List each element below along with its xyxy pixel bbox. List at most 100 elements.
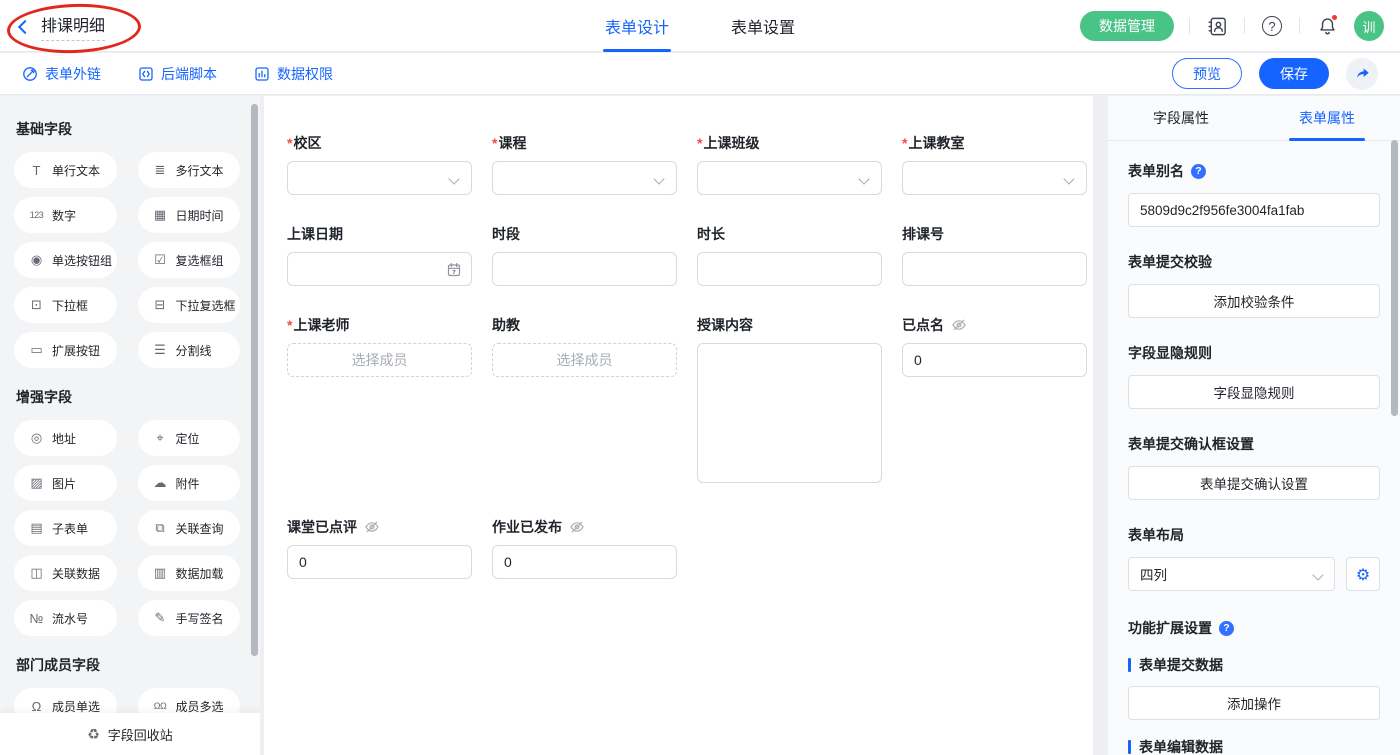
sidebar-item-multi-line-text[interactable]: ≣ 多行文本: [138, 152, 241, 188]
course-select[interactable]: [492, 161, 677, 195]
help-icon[interactable]: ?: [1191, 164, 1206, 179]
field-course-content[interactable]: 授课内容: [697, 315, 882, 486]
chevron-down-icon: [1063, 173, 1074, 184]
assistant-member-picker[interactable]: 选择成员: [492, 343, 677, 377]
homework-published-input[interactable]: [492, 545, 677, 579]
top-bar: 排课明细 表单设计 表单设置 数据管理 ?: [0, 0, 1400, 52]
class-date-input[interactable]: [287, 252, 472, 286]
sidebar-item-location[interactable]: ⌖ 定位: [138, 420, 241, 456]
class-reviewed-input[interactable]: [287, 545, 472, 579]
chevron-down-icon: [653, 173, 664, 184]
checkbox-group-icon: ☑: [153, 252, 168, 268]
roll-called-input[interactable]: [902, 343, 1087, 377]
extend-button-icon: ▭: [29, 342, 44, 358]
sidebar-item-number[interactable]: 123 数字: [14, 197, 117, 233]
submit-check-label: 表单提交校验: [1128, 252, 1380, 272]
sidebar-item-attachment[interactable]: ☁ 附件: [138, 465, 241, 501]
field-library-sidebar: 基础字段 T 单行文本 ≣ 多行文本 123 数字 ▦ 日期时间 ◉ 单选按钮组…: [0, 96, 260, 755]
class-select[interactable]: [697, 161, 882, 195]
sidebar-scrollbar[interactable]: [251, 104, 258, 656]
schedule-no-input[interactable]: [902, 252, 1087, 286]
field-duration[interactable]: 时长: [697, 224, 882, 286]
sidebar-item-datetime[interactable]: ▦ 日期时间: [138, 197, 241, 233]
field-class[interactable]: *上课班级: [697, 133, 882, 195]
field-schedule-no[interactable]: 排课号: [902, 224, 1087, 286]
field-course[interactable]: *课程: [492, 133, 677, 195]
sidebar-item-linked-query[interactable]: ⧉ 关联查询: [138, 510, 241, 546]
tab-form-properties[interactable]: 表单属性: [1254, 96, 1400, 140]
chevron-down-icon: [1312, 569, 1323, 580]
visibility-rules-button[interactable]: 字段显隐规则: [1128, 375, 1380, 409]
field-campus[interactable]: *校区: [287, 133, 472, 195]
campus-select[interactable]: [287, 161, 472, 195]
form-layout-label: 表单布局: [1128, 525, 1380, 545]
help-icon[interactable]: ?: [1219, 621, 1234, 636]
teacher-member-picker[interactable]: 选择成员: [287, 343, 472, 377]
save-button[interactable]: 保存: [1259, 58, 1329, 89]
layout-settings-button[interactable]: ⚙: [1346, 557, 1380, 591]
sidebar-item-data-load[interactable]: ▥ 数据加载: [138, 555, 241, 591]
field-time-slot[interactable]: 时段: [492, 224, 677, 286]
field-class-reviewed[interactable]: 课堂已点评: [287, 517, 472, 579]
linked-query-icon: ⧉: [153, 520, 168, 536]
sidebar-item-radio-group[interactable]: ◉ 单选按钮组: [14, 242, 117, 278]
preview-button[interactable]: 预览: [1172, 58, 1242, 89]
classroom-select[interactable]: [902, 161, 1087, 195]
tab-form-design[interactable]: 表单设计: [605, 0, 669, 52]
duration-input[interactable]: [697, 252, 882, 286]
section-title-basic-fields: 基础字段: [16, 119, 240, 139]
field-roll-called[interactable]: 已点名: [902, 315, 1087, 377]
calendar-icon: [446, 261, 462, 278]
course-content-textarea[interactable]: [697, 343, 882, 483]
notification-bell-icon[interactable]: [1315, 14, 1339, 38]
edit-data-label: 表单编辑数据: [1128, 737, 1380, 755]
sidebar-item-linked-data[interactable]: ◫ 关联数据: [14, 555, 117, 591]
image-icon: ▨: [29, 475, 44, 491]
sidebar-item-signature[interactable]: ✎ 手写签名: [138, 600, 241, 636]
required-mark: *: [287, 317, 292, 333]
field-assistant[interactable]: 助教 选择成员: [492, 315, 677, 377]
data-manage-button[interactable]: 数据管理: [1080, 11, 1174, 41]
sidebar-item-subform[interactable]: ▤ 子表单: [14, 510, 117, 546]
extension-settings-label: 功能扩展设置: [1128, 618, 1212, 638]
number-icon: 123: [29, 210, 44, 220]
avatar[interactable]: 训: [1354, 11, 1384, 41]
field-homework-published[interactable]: 作业已发布: [492, 517, 677, 579]
backend-script-link[interactable]: 后端脚本: [138, 64, 217, 84]
address-book-icon[interactable]: [1205, 14, 1229, 38]
add-check-condition-button[interactable]: 添加校验条件: [1128, 284, 1380, 318]
share-button[interactable]: [1346, 58, 1378, 90]
field-teacher[interactable]: *上课老师 选择成员: [287, 315, 472, 377]
sidebar-item-address[interactable]: ◎ 地址: [14, 420, 117, 456]
sidebar-item-image[interactable]: ▨ 图片: [14, 465, 117, 501]
time-slot-input[interactable]: [492, 252, 677, 286]
sidebar-item-dropdown[interactable]: ⊡ 下拉框: [14, 287, 117, 323]
sidebar-item-divider-line[interactable]: ☰ 分割线: [138, 332, 241, 368]
layout-select[interactable]: 四列: [1128, 557, 1335, 591]
sidebar-item-multi-dropdown[interactable]: ⊟ 下拉复选框: [138, 287, 241, 323]
help-icon[interactable]: ?: [1260, 14, 1284, 38]
required-mark: *: [287, 135, 292, 151]
gear-icon: ⚙: [1356, 565, 1370, 584]
sidebar-item-extend-button[interactable]: ▭ 扩展按钮: [14, 332, 117, 368]
required-mark: *: [492, 135, 497, 151]
field-recycle-bin[interactable]: ♻ 字段回收站: [0, 713, 260, 755]
data-permission-link[interactable]: 数据权限: [254, 64, 333, 84]
field-classroom[interactable]: *上课教室: [902, 133, 1087, 195]
form-external-link[interactable]: 表单外链: [22, 64, 101, 84]
panel-scrollbar[interactable]: [1391, 140, 1398, 416]
properties-panel: 字段属性 表单属性 表单别名 ? 表单提交校验 添加校验条件 字段显隐规则 字段…: [1108, 96, 1400, 755]
sidebar-item-serial-number[interactable]: № 流水号: [14, 600, 117, 636]
field-class-date[interactable]: 上课日期: [287, 224, 472, 286]
form-canvas: *校区 *课程 *上课班级 *上课教室 上课日期: [264, 96, 1093, 755]
sidebar-item-checkbox-group[interactable]: ☑ 复选框组: [138, 242, 241, 278]
tab-form-settings[interactable]: 表单设置: [731, 0, 795, 52]
add-submit-action-button[interactable]: 添加操作: [1128, 686, 1380, 720]
subform-icon: ▤: [29, 520, 44, 536]
form-toolbar: 表单外链 后端脚本 数据权限 预览 保存: [0, 53, 1400, 95]
radio-group-icon: ◉: [29, 252, 44, 268]
tab-field-properties[interactable]: 字段属性: [1108, 96, 1254, 140]
sidebar-item-single-line-text[interactable]: T 单行文本: [14, 152, 117, 188]
form-alias-input[interactable]: [1128, 193, 1380, 227]
submit-confirm-button[interactable]: 表单提交确认设置: [1128, 466, 1380, 500]
